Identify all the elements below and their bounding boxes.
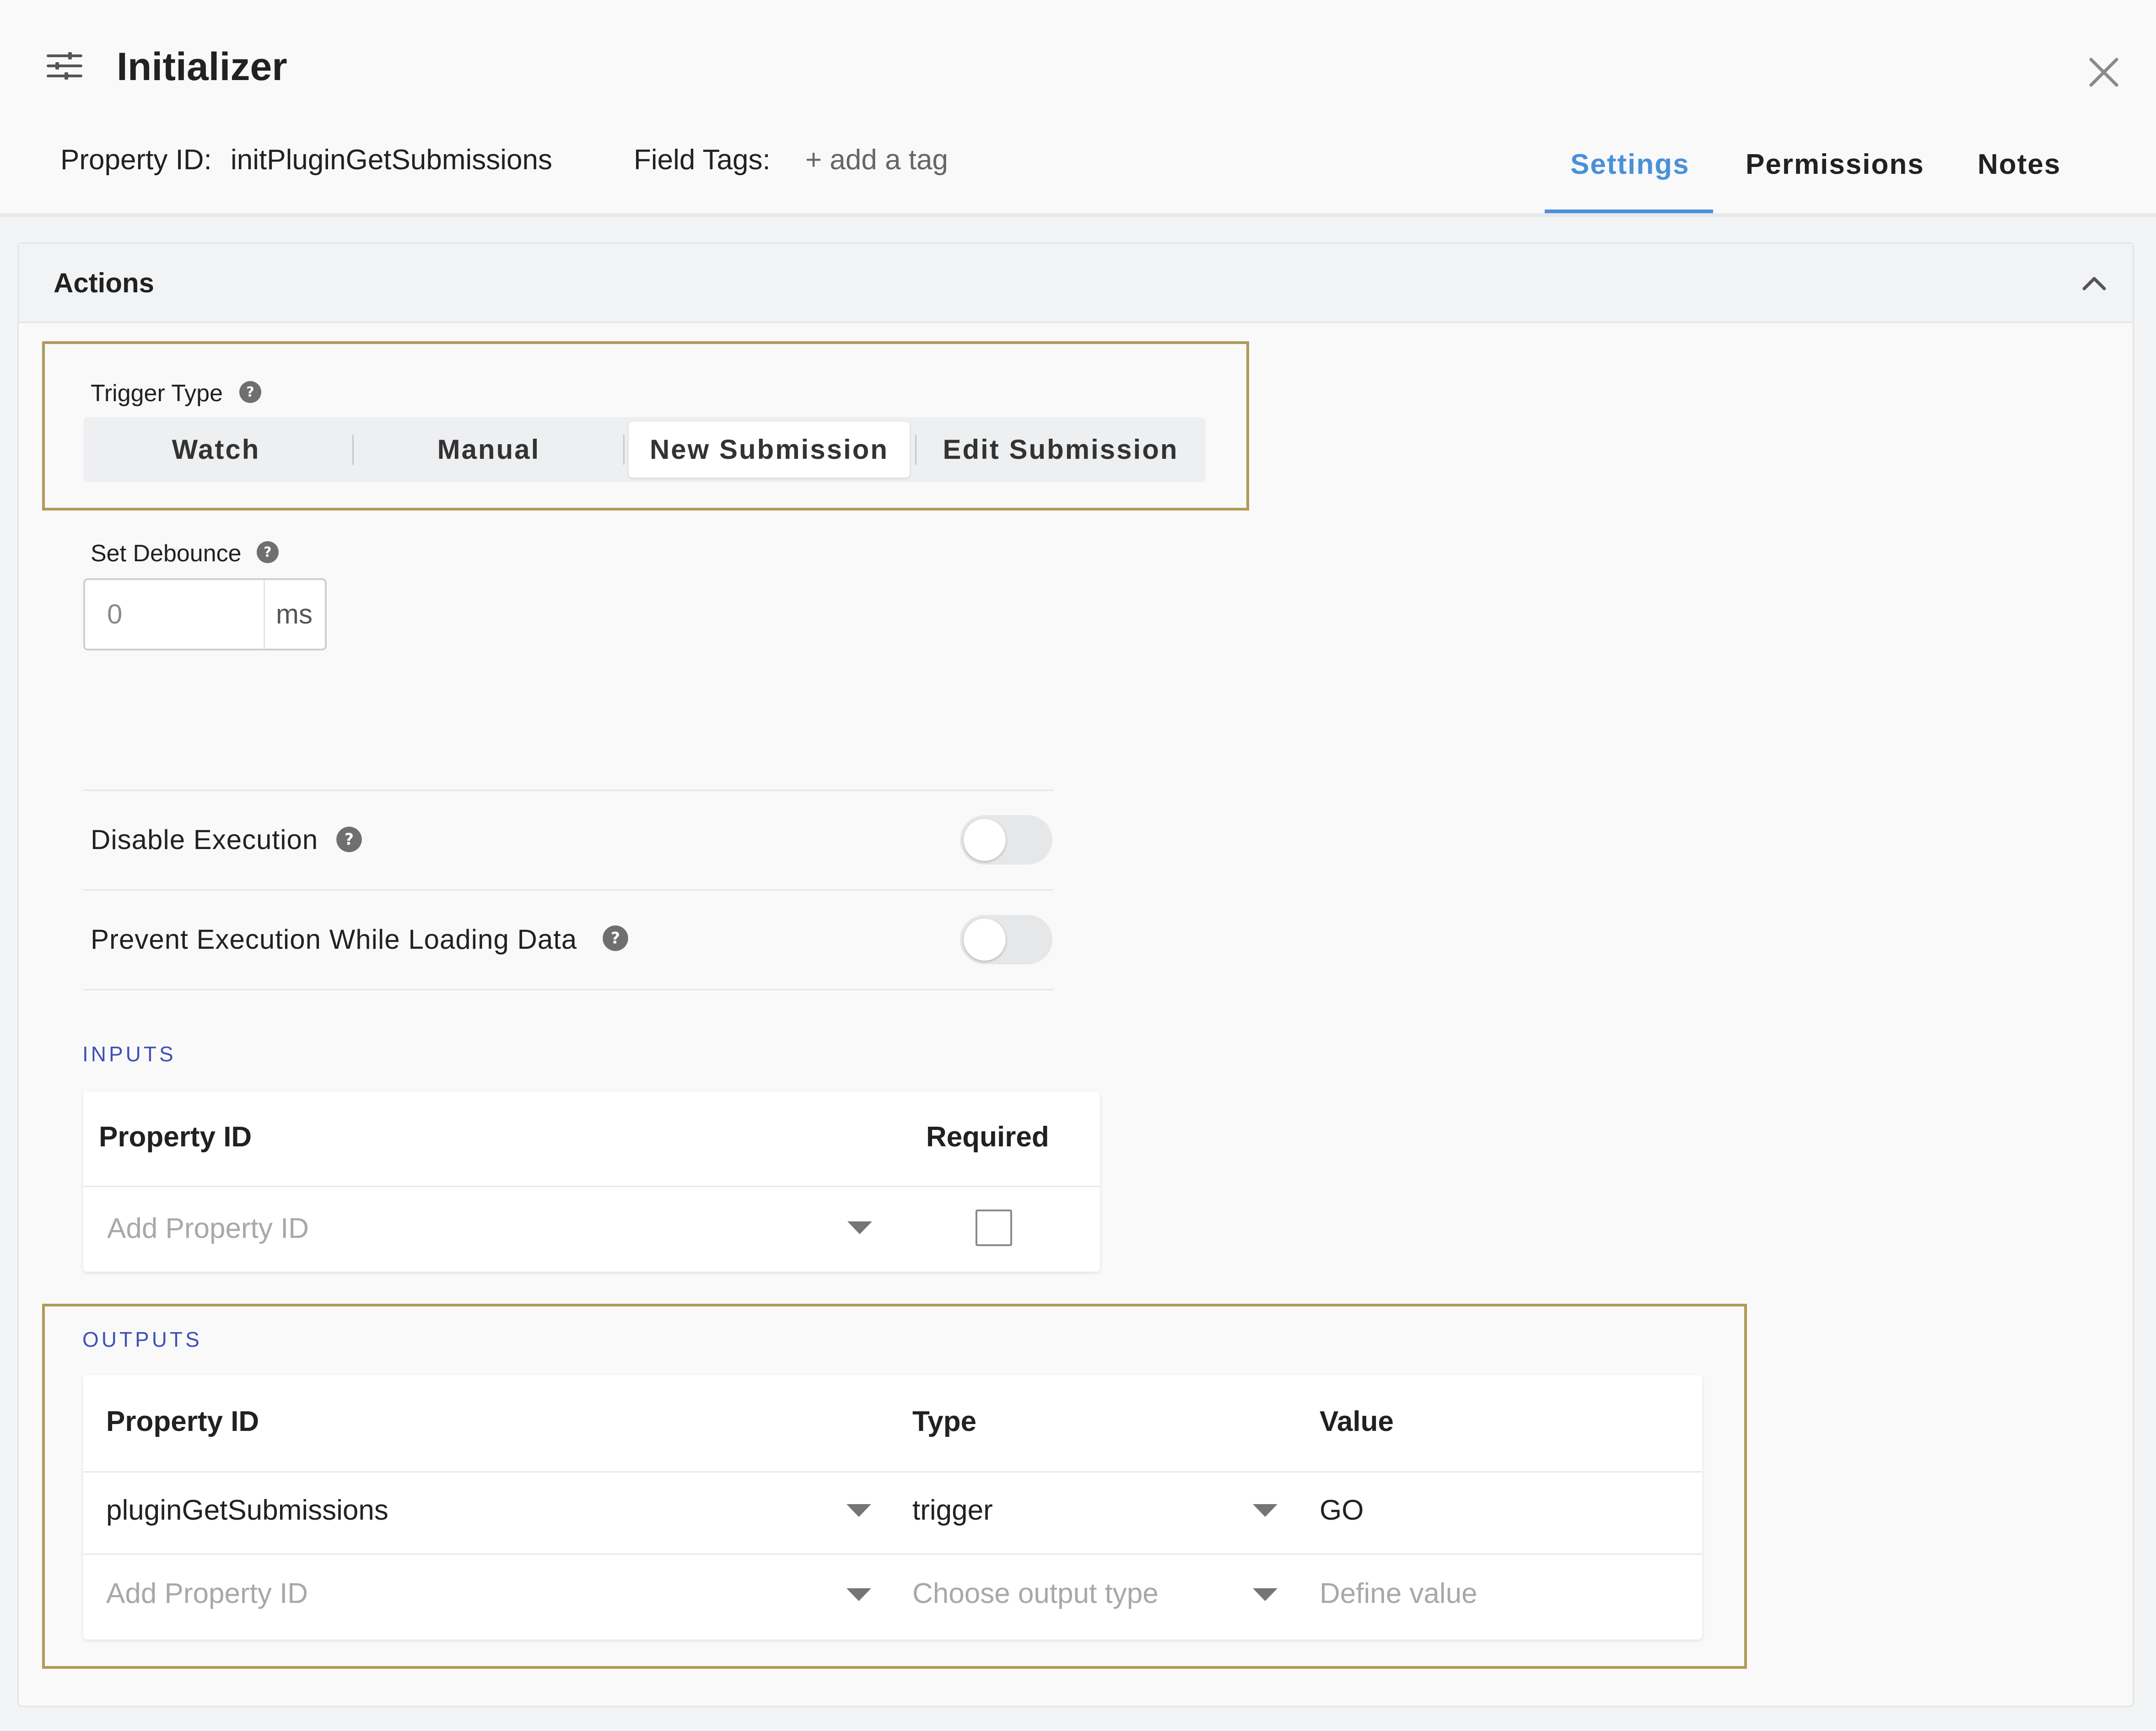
outputs-col-type: Type: [912, 1406, 977, 1437]
toggle-knob: [964, 819, 1006, 861]
add-output-property-id[interactable]: Add Property ID: [106, 1575, 308, 1612]
trigger-type-label: Trigger Type: [91, 380, 223, 407]
trigger-option-edit-submission[interactable]: Edit Submission: [919, 417, 1202, 482]
svg-text:?: ?: [264, 544, 271, 560]
inputs-table: Property ID Required Add Property ID: [83, 1091, 1100, 1272]
drawer-header: Initializer Property ID: initPluginGetSu…: [0, 0, 2156, 213]
header-divider: [0, 213, 2156, 217]
dropdown-caret-icon[interactable]: [847, 1221, 872, 1234]
disable-execution-toggle[interactable]: [960, 815, 1052, 865]
trigger-type-selector: Watch Manual New Submission Edit Submiss…: [83, 417, 1205, 482]
prevent-execution-label: Prevent Execution While Loading Data: [91, 924, 577, 955]
active-tab-indicator: [1545, 210, 1713, 213]
field-tags-label: Field Tags:: [634, 144, 771, 176]
toggle-knob: [964, 919, 1006, 961]
trigger-option-watch[interactable]: Watch: [83, 417, 349, 482]
property-id-label: Property ID:: [60, 144, 212, 176]
inputs-heading: INPUTS: [82, 1042, 176, 1066]
row-divider: [83, 1554, 1702, 1555]
choose-output-type[interactable]: Choose output type: [912, 1575, 1159, 1612]
svg-text:?: ?: [611, 930, 620, 948]
debounce-field: 0 ms: [83, 578, 327, 650]
row-divider: [83, 1471, 1702, 1473]
output-property-id[interactable]: pluginGetSubmissions: [106, 1492, 388, 1529]
inputs-col-required: Required: [926, 1121, 1049, 1153]
output-value[interactable]: GO: [1320, 1492, 1364, 1529]
tab-permissions[interactable]: Permissions: [1746, 146, 1924, 183]
svg-text:?: ?: [246, 384, 254, 400]
disable-execution-label: Disable Execution: [91, 824, 318, 855]
debounce-label: Set Debounce: [91, 540, 242, 567]
required-checkbox[interactable]: [976, 1210, 1012, 1246]
prevent-execution-toggle[interactable]: [960, 915, 1052, 964]
outputs-table: Property ID Type Value pluginGetSubmissi…: [83, 1375, 1702, 1640]
help-icon[interactable]: ?: [256, 541, 279, 564]
settings-sliders-icon[interactable]: [46, 51, 83, 81]
help-icon[interactable]: ?: [239, 381, 262, 403]
tab-settings[interactable]: Settings: [1570, 146, 1690, 183]
add-tag-button[interactable]: + add a tag: [805, 142, 948, 178]
outputs-col-property-id: Property ID: [106, 1406, 259, 1437]
define-value-input[interactable]: Define value: [1320, 1575, 1477, 1612]
debounce-input[interactable]: 0: [107, 580, 122, 649]
outputs-col-value: Value: [1320, 1406, 1394, 1437]
segment-divider: [352, 435, 354, 465]
chevron-up-icon[interactable]: [2080, 269, 2109, 298]
trigger-option-manual[interactable]: Manual: [356, 417, 621, 482]
row-divider: [83, 1186, 1100, 1187]
page-title: Initializer: [117, 45, 287, 89]
trigger-option-new-submission[interactable]: New Submission: [629, 422, 910, 478]
dropdown-caret-icon[interactable]: [846, 1504, 871, 1517]
dropdown-caret-icon[interactable]: [1253, 1504, 1277, 1517]
add-input-property-id[interactable]: Add Property ID: [107, 1210, 309, 1247]
output-type[interactable]: trigger: [912, 1492, 993, 1529]
tab-notes[interactable]: Notes: [1978, 146, 2061, 183]
debounce-unit: ms: [276, 599, 313, 629]
segment-divider: [915, 435, 916, 465]
actions-title: Actions: [54, 268, 155, 298]
actions-panel-header[interactable]: Actions: [19, 244, 2133, 323]
outputs-heading: OUTPUTS: [82, 1328, 202, 1351]
close-icon[interactable]: [2086, 55, 2121, 90]
help-icon[interactable]: ?: [336, 826, 362, 853]
property-id-value: initPluginGetSubmissions: [231, 144, 553, 176]
divider: [83, 790, 1053, 791]
segment-divider: [623, 435, 625, 465]
dropdown-caret-icon[interactable]: [846, 1588, 871, 1601]
help-icon[interactable]: ?: [602, 925, 629, 952]
dropdown-caret-icon[interactable]: [1253, 1588, 1277, 1601]
divider: [83, 989, 1053, 990]
inputs-col-property-id: Property ID: [99, 1121, 252, 1153]
svg-text:?: ?: [345, 831, 354, 849]
divider: [83, 889, 1053, 891]
